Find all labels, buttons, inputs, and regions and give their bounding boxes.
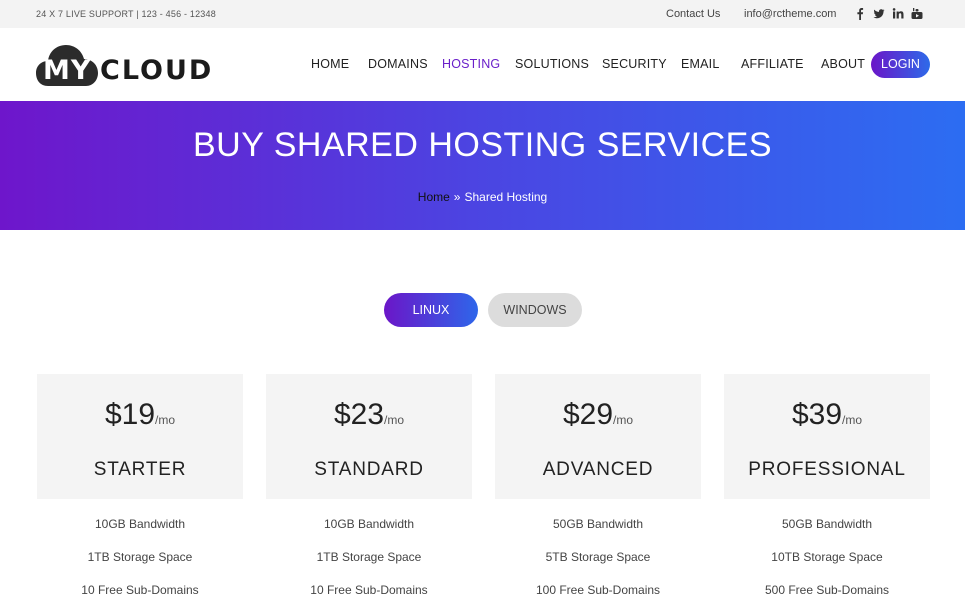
nav-item-security[interactable]: SECURITY: [602, 57, 667, 71]
nav-item-home[interactable]: HOME: [311, 57, 349, 71]
plan-feature: 500 Free Sub-Domains: [764, 583, 890, 597]
email-link[interactable]: info@rctheme.com: [744, 8, 836, 20]
nav-item-affiliate[interactable]: AFFILIATE: [741, 57, 804, 71]
plan-price: $23/mo: [266, 398, 472, 432]
breadcrumb-separator-icon: »: [453, 190, 461, 204]
support-text: 24 X 7 LIVE SUPPORT | 123 - 456 - 12348: [36, 9, 216, 19]
plan-feature: 10TB Storage Space: [771, 550, 883, 564]
social-links: [854, 7, 923, 20]
facebook-icon[interactable]: [854, 7, 866, 20]
plan-feature: 50GB Bandwidth: [552, 517, 644, 531]
plan-price: $19/mo: [37, 398, 243, 432]
price-period: /mo: [155, 413, 176, 427]
price-period: /mo: [384, 413, 405, 427]
contact-us-link[interactable]: Contact Us: [666, 8, 720, 20]
plan-feature: 10GB Bandwidth: [323, 517, 415, 531]
plan-feature: 1TB Storage Space: [87, 550, 193, 564]
plan-card-advanced: $29/mo ADVANCED 50GB Bandwidth 5TB Stora…: [495, 374, 701, 600]
plan-feature: 50GB Bandwidth: [781, 517, 873, 531]
plan-price: $39/mo: [724, 398, 930, 432]
plan-feature: 100 Free Sub-Domains: [535, 583, 661, 597]
plan-feature: 10 Free Sub-Domains: [81, 583, 199, 597]
tab-linux[interactable]: LINUX: [384, 293, 478, 327]
plan-name: ADVANCED: [542, 459, 654, 480]
breadcrumb-home-link[interactable]: Home: [418, 190, 450, 204]
plan-feature: 10 Free Sub-Domains: [310, 583, 428, 597]
plan-feature: 5TB Storage Space: [545, 550, 651, 564]
nav-item-about[interactable]: ABOUT: [821, 57, 865, 71]
plan-price: $29/mo: [495, 398, 701, 432]
main-nav: HOME DOMAINS HOSTING SOLUTIONS SECURITY …: [0, 57, 965, 77]
plan-feature: 1TB Storage Space: [316, 550, 422, 564]
plan-name: PROFESSIONAL: [748, 459, 906, 480]
plan-card-starter: $19/mo STARTER 10GB Bandwidth 1TB Storag…: [37, 374, 243, 600]
nav-item-hosting[interactable]: HOSTING: [442, 57, 500, 71]
breadcrumb: Home» Shared Hosting: [0, 190, 965, 204]
price-amount: $29: [562, 398, 614, 431]
plan-card-professional: $39/mo PROFESSIONAL 50GB Bandwidth 10TB …: [724, 374, 930, 600]
nav-item-solutions[interactable]: SOLUTIONS: [515, 57, 589, 71]
plan-name: STARTER: [93, 459, 187, 480]
plan-card-standard: $23/mo STANDARD 10GB Bandwidth 1TB Stora…: [266, 374, 472, 600]
tab-windows[interactable]: WINDOWS: [488, 293, 582, 327]
linkedin-icon[interactable]: [892, 7, 904, 20]
main-header: MY CLOUD HOME DOMAINS HOSTING SOLUTIONS …: [0, 28, 965, 101]
price-amount: $19: [104, 398, 156, 431]
nav-item-email[interactable]: EMAIL: [681, 57, 720, 71]
plan-name: STANDARD: [314, 459, 424, 480]
price-period: /mo: [842, 413, 863, 427]
youtube-icon[interactable]: [911, 7, 923, 20]
page-banner: BUY SHARED HOSTING SERVICES Home» Shared …: [0, 101, 965, 230]
breadcrumb-current: Shared Hosting: [464, 190, 548, 204]
price-period: /mo: [613, 413, 634, 427]
plan-feature: 10GB Bandwidth: [94, 517, 186, 531]
login-button[interactable]: LOGIN: [871, 51, 930, 78]
price-amount: $39: [791, 398, 843, 431]
twitter-icon[interactable]: [873, 7, 885, 20]
price-amount: $23: [333, 398, 385, 431]
page-title: BUY SHARED HOSTING SERVICES: [192, 126, 773, 164]
nav-item-domains[interactable]: DOMAINS: [368, 57, 428, 71]
top-bar: 24 X 7 LIVE SUPPORT | 123 - 456 - 12348 …: [0, 0, 965, 28]
